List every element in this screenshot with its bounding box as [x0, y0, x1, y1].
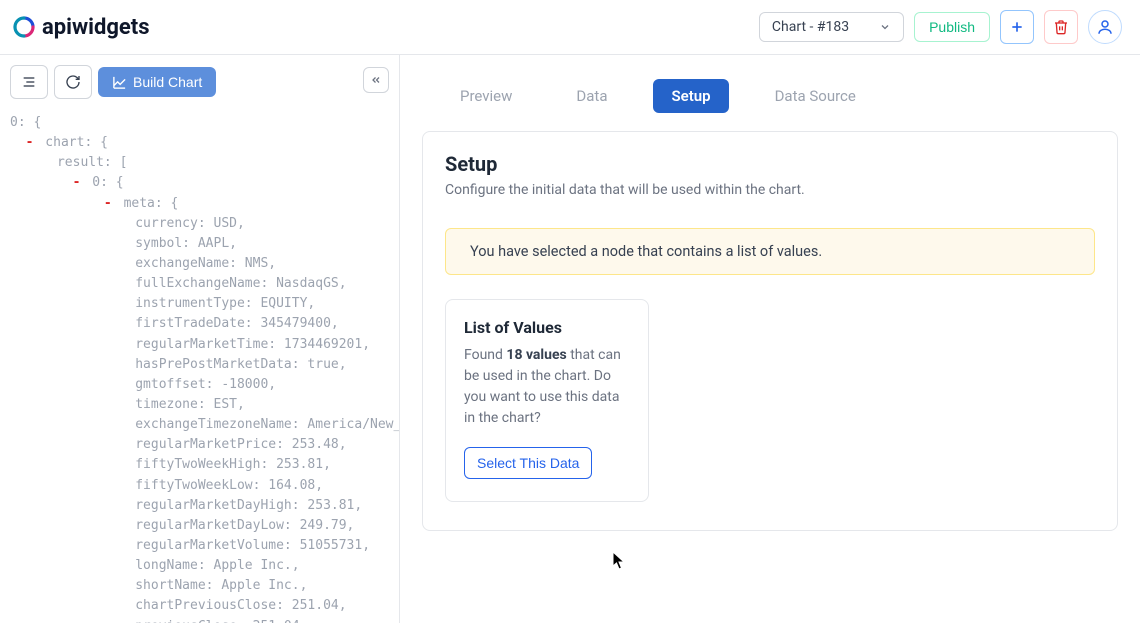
- values-card: List of Values Found 18 values that can …: [445, 299, 649, 502]
- tab-setup[interactable]: Setup: [653, 79, 728, 113]
- chevron-down-icon: [879, 21, 891, 33]
- build-chart-label: Build Chart: [133, 74, 202, 90]
- logo-icon: [12, 15, 36, 39]
- setup-panel: Setup Configure the initial data that wi…: [422, 131, 1118, 531]
- refresh-button[interactable]: [54, 65, 92, 99]
- chart-line-icon: [112, 75, 127, 90]
- card-description: Found 18 values that can be used in the …: [464, 345, 630, 429]
- panel-title: Setup: [445, 152, 1095, 176]
- user-icon: [1096, 18, 1114, 36]
- tab-bar: Preview Data Setup Data Source: [400, 55, 1140, 131]
- tab-data-source[interactable]: Data Source: [757, 79, 874, 113]
- trash-icon: [1053, 19, 1069, 35]
- indent-icon: [21, 74, 37, 90]
- add-button[interactable]: [1000, 10, 1034, 44]
- header: apiwidgets Chart - #183 Publish: [0, 0, 1140, 55]
- plus-icon: [1009, 19, 1025, 35]
- left-pane: Build Chart 0: { - chart: { result: [ - …: [0, 55, 400, 623]
- delete-button[interactable]: [1044, 10, 1078, 44]
- card-text-count: 18 values: [506, 347, 566, 363]
- main: Build Chart 0: { - chart: { result: [ - …: [0, 55, 1140, 623]
- brand-text: apiwidgets: [42, 15, 150, 40]
- card-title: List of Values: [464, 318, 630, 337]
- publish-button[interactable]: Publish: [914, 12, 990, 42]
- refresh-icon: [65, 74, 81, 90]
- chart-selector[interactable]: Chart - #183: [759, 12, 904, 42]
- right-pane: Preview Data Setup Data Source Setup Con…: [400, 55, 1140, 623]
- chevron-double-left-icon: [370, 74, 382, 86]
- tab-preview[interactable]: Preview: [442, 79, 530, 113]
- json-tree-viewer[interactable]: 0: { - chart: { result: [ - 0: { - meta:…: [0, 109, 399, 623]
- info-alert: You have selected a node that contains a…: [445, 228, 1095, 275]
- left-toolbar: Build Chart: [0, 55, 399, 109]
- chart-selector-label: Chart - #183: [772, 19, 849, 35]
- select-data-button[interactable]: Select This Data: [464, 447, 592, 479]
- tab-data[interactable]: Data: [558, 79, 625, 113]
- build-chart-button[interactable]: Build Chart: [98, 67, 216, 97]
- card-text-found: Found: [464, 347, 506, 363]
- user-button[interactable]: [1088, 10, 1122, 44]
- brand-logo[interactable]: apiwidgets: [12, 15, 150, 40]
- header-actions: Chart - #183 Publish: [759, 10, 1122, 44]
- indent-button[interactable]: [10, 65, 48, 99]
- collapse-left-button[interactable]: [363, 67, 389, 93]
- panel-subtitle: Configure the initial data that will be …: [445, 182, 1095, 198]
